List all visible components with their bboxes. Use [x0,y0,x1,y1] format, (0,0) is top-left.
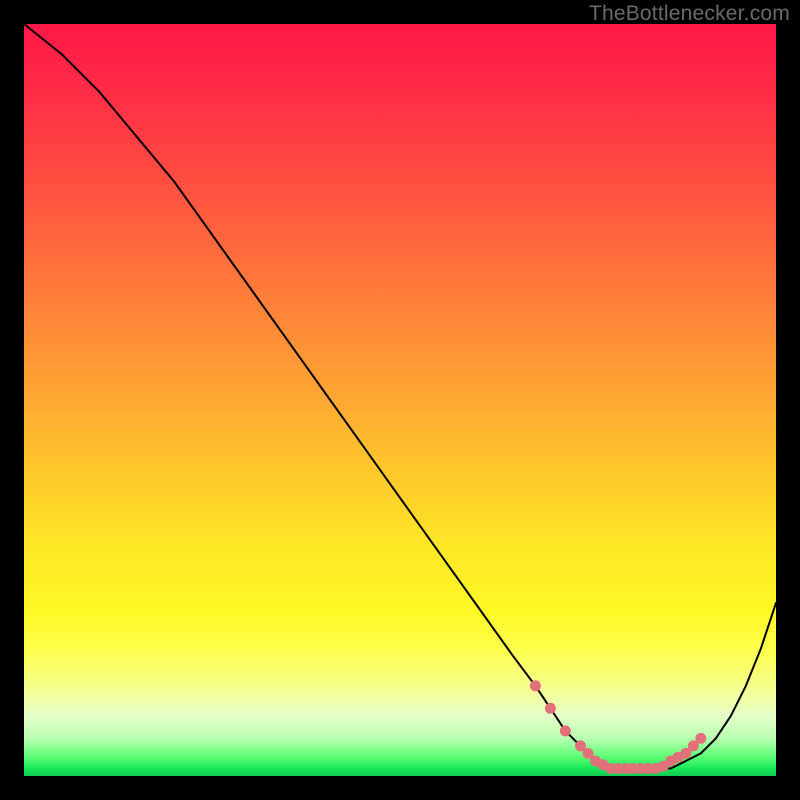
curve-marker [695,733,706,744]
chart-frame: TheBottlenecker.com [0,0,800,800]
curve-marker [545,703,556,714]
watermark-text: TheBottlenecker.com [589,2,790,26]
curve-markers [530,680,706,774]
bottleneck-curve [24,24,776,769]
curve-marker [560,725,571,736]
chart-svg-layer [24,24,776,776]
chart-plot-area [24,24,776,776]
curve-marker [530,680,541,691]
